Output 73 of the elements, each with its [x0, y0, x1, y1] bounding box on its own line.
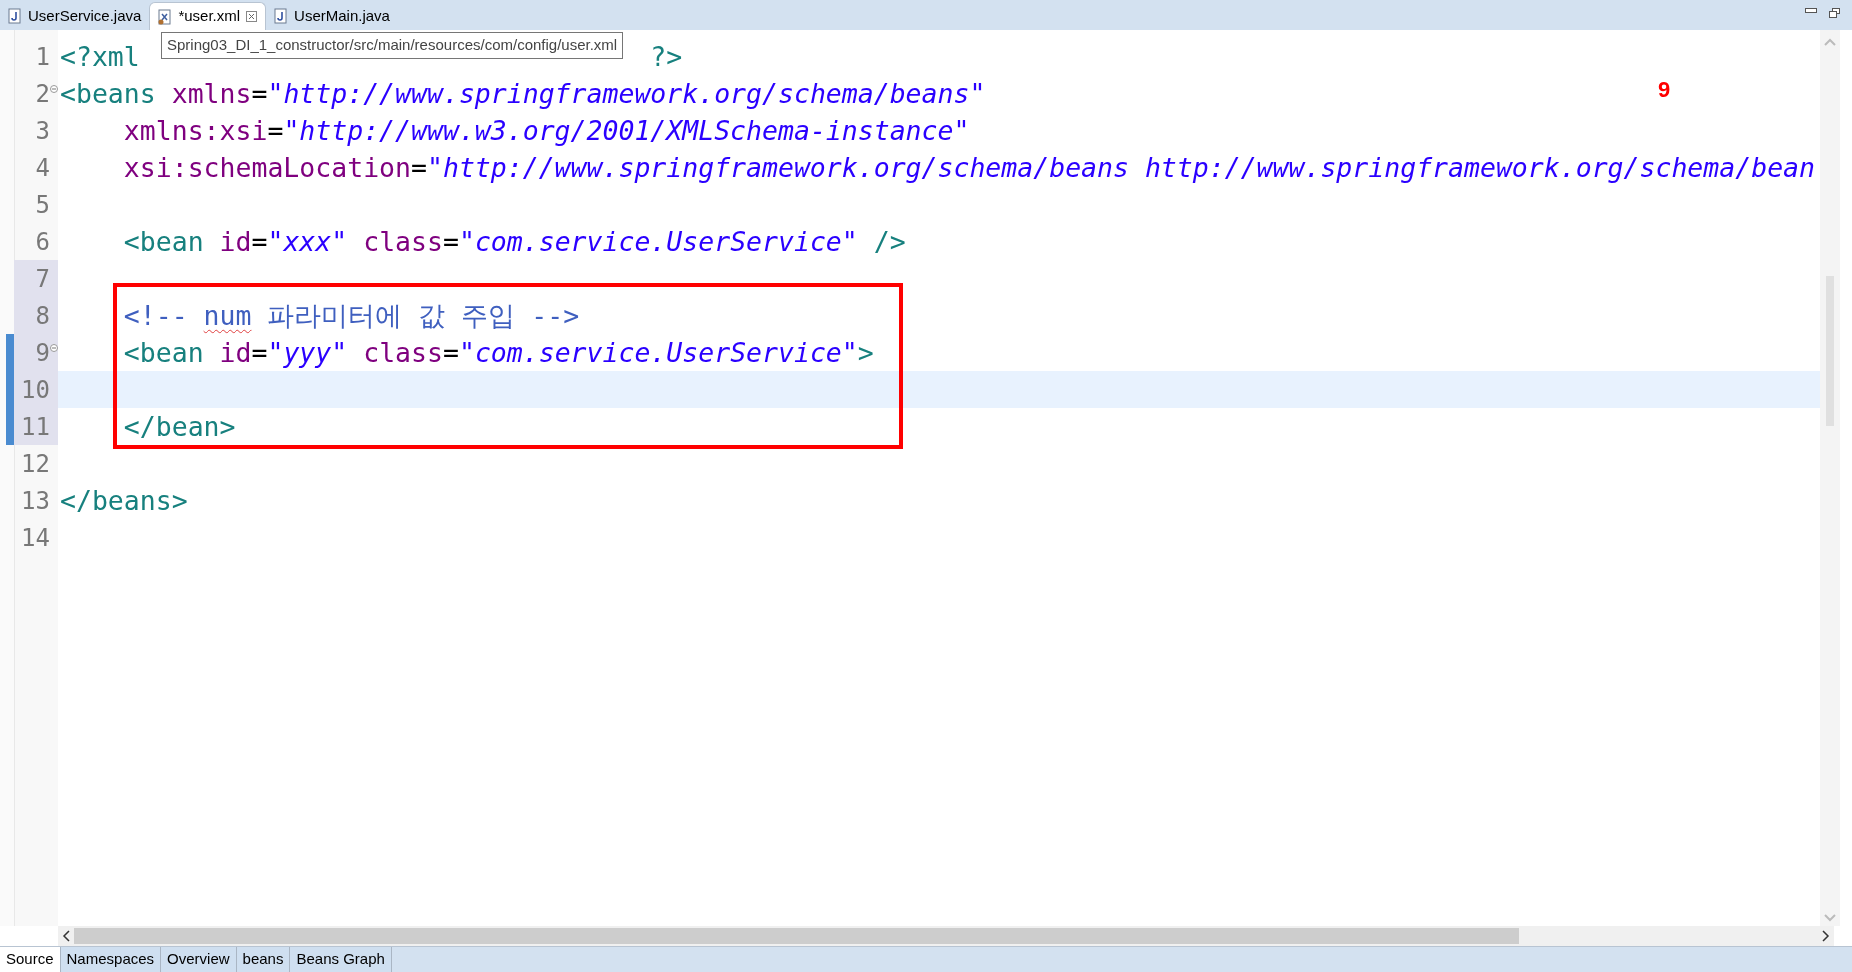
code-token: "http://www.springframework.org/schema/beans http://www.springframework.org/schema/bean [426, 150, 1815, 185]
code-comment: num [203, 298, 252, 333]
line-number: 10 [21, 374, 50, 406]
line-number: 5 [35, 189, 50, 221]
code-token: </beans> [60, 483, 188, 518]
code-token: <bean [122, 224, 204, 259]
line-number: 8 [35, 300, 50, 332]
line-number: 3 [35, 115, 50, 147]
line-number: 11 [21, 411, 50, 443]
editor-tab[interactable]: UserMain.java [266, 2, 398, 30]
restore-icon[interactable] [1829, 8, 1840, 18]
vertical-scrollbar[interactable] [1820, 30, 1840, 926]
tooltip: Spring03_DI_1_constructor/src/main/resources/com/config/user.xml [161, 32, 624, 59]
scroll-thumb[interactable] [74, 928, 1519, 944]
code-token: <bean [122, 335, 204, 370]
code-editor[interactable] [0, 30, 1820, 926]
code-token: = [411, 150, 427, 185]
code-token: "xxx" [267, 224, 348, 259]
code-token: "com.service.UserService" [458, 224, 858, 259]
line-number: 2 [35, 78, 50, 110]
code-token: > [857, 335, 874, 370]
java-file-icon [8, 8, 22, 24]
line-number: 14 [21, 522, 50, 554]
editor-page-tab[interactable]: Source [0, 947, 61, 972]
line-number: 7 [35, 263, 50, 295]
line-number: 4 [35, 152, 50, 184]
code-token: = [251, 335, 268, 370]
horizontal-scrollbar[interactable] [58, 926, 1834, 946]
code-token: <?xml [60, 39, 140, 74]
java-file-icon [274, 8, 289, 24]
code-token: "http://www.w3.org/2001/XMLSchema-instance" [283, 113, 970, 148]
code-token: xmlns [170, 76, 252, 111]
code-comment: 파라미터에 값 주입 --> [266, 298, 580, 333]
editor-page-tab[interactable]: beans [236, 947, 291, 972]
line-number: 9 [35, 337, 50, 369]
xml-file-icon [158, 8, 173, 25]
code-token: class [362, 335, 443, 370]
code-token: xsi:schemaLocation [122, 150, 411, 185]
scroll-up-icon[interactable] [1824, 38, 1836, 46]
code-token: <beans [60, 76, 156, 111]
editor-tab[interactable]: *user.xml [149, 2, 267, 30]
code-token: = [442, 224, 459, 259]
code-token: class [362, 224, 443, 259]
code-token: /> [872, 224, 906, 259]
code-token: = [251, 224, 268, 259]
code-token: xmlns:xsi [122, 113, 268, 148]
code-comment: <!-- [122, 298, 189, 333]
line-number: 1 [35, 41, 50, 73]
code-token: = [267, 113, 284, 148]
editor-page-tab[interactable]: Beans Graph [290, 947, 392, 972]
editor-page-tab[interactable]: Overview [161, 947, 237, 972]
close-icon[interactable] [246, 11, 258, 22]
code-token: "yyy" [267, 335, 348, 370]
code-token: "com.service.UserService" [458, 335, 858, 370]
code-token: id [218, 335, 252, 370]
annotation-number: 9 [1658, 76, 1671, 104]
editor-tab[interactable]: UserService.java [0, 2, 150, 30]
fold-icon[interactable] [50, 344, 58, 352]
scroll-down-icon[interactable] [1824, 914, 1836, 922]
code-token: = [251, 76, 268, 111]
code-token: "http://www.springframework.org/schema/beans" [267, 76, 986, 111]
line-number: 6 [35, 226, 50, 258]
scroll-right-icon[interactable] [1822, 930, 1830, 942]
editor-page-tab[interactable]: Namespaces [60, 947, 162, 972]
code-token: = [442, 335, 459, 370]
code-token: id [218, 224, 252, 259]
line-number: 12 [21, 448, 50, 480]
code-token: ?> [650, 39, 683, 74]
line-number: 13 [21, 485, 50, 517]
code-token: </bean> [122, 409, 236, 444]
minimize-icon[interactable] [1805, 8, 1817, 14]
scroll-left-icon[interactable] [62, 930, 70, 942]
fold-icon[interactable] [50, 85, 58, 93]
